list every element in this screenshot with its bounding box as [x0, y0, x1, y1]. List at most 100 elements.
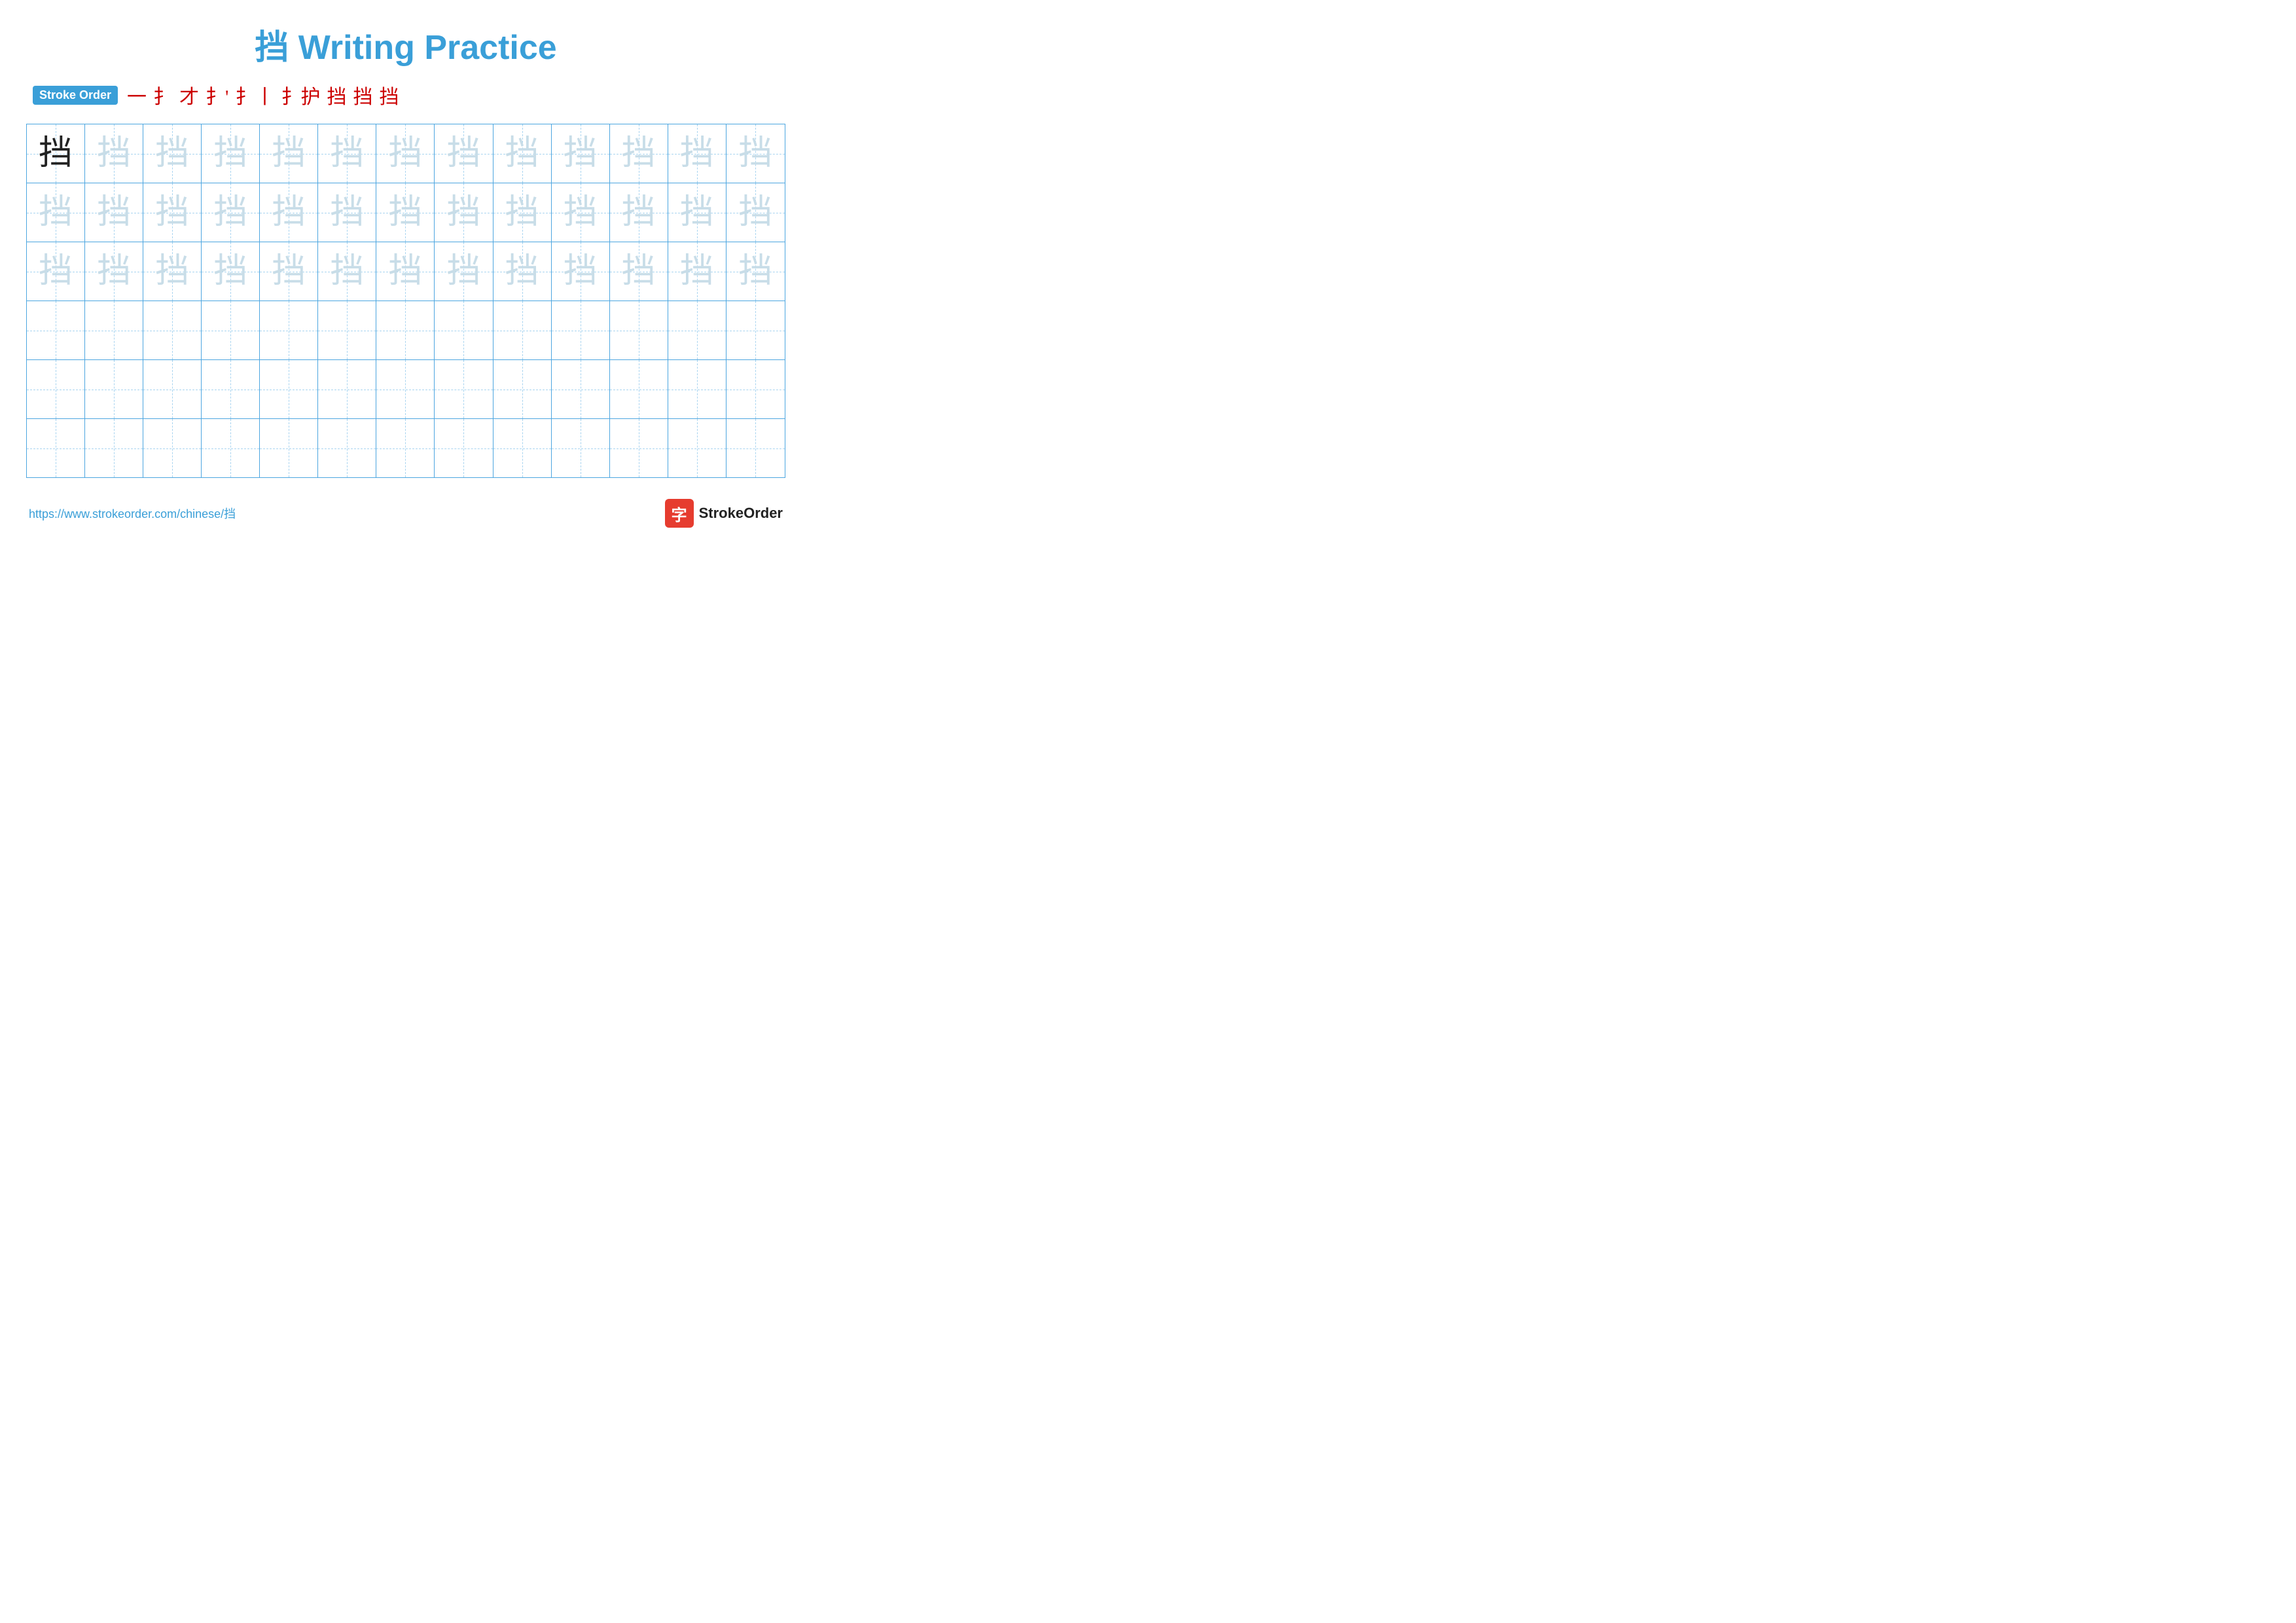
grid-cell[interactable]: 挡 [143, 242, 202, 301]
grid-cell[interactable]: 挡 [27, 183, 85, 242]
grid-cell[interactable] [85, 419, 143, 477]
page-title: 挡 Writing Practice [26, 20, 785, 69]
grid-cell[interactable]: 挡 [610, 124, 668, 183]
stroke-chars: 一 扌 才 扌' 扌丨 扌护 挡 挡 挡 [127, 81, 399, 109]
stroke-9: 挡 [379, 81, 399, 109]
grid-cell[interactable] [260, 360, 318, 418]
grid-cell[interactable]: 挡 [552, 183, 610, 242]
grid-cell[interactable]: 挡 [552, 242, 610, 301]
grid-cell[interactable] [318, 360, 376, 418]
stroke-5: 扌丨 [235, 81, 274, 109]
grid-row-5 [27, 360, 785, 419]
grid-cell[interactable]: 挡 [376, 124, 435, 183]
grid-cell[interactable]: 挡 [143, 124, 202, 183]
grid-cell[interactable] [85, 301, 143, 359]
grid-cell[interactable] [552, 301, 610, 359]
grid-cell[interactable] [493, 360, 552, 418]
grid-cell[interactable] [202, 360, 260, 418]
grid-cell[interactable] [435, 301, 493, 359]
grid-cell[interactable] [376, 301, 435, 359]
footer-url[interactable]: https://www.strokeorder.com/chinese/挡 [29, 505, 236, 522]
grid-cell[interactable] [202, 301, 260, 359]
grid-cell[interactable]: 挡 [552, 124, 610, 183]
grid-cell[interactable]: 挡 [85, 124, 143, 183]
stroke-1: 一 [127, 81, 147, 109]
practice-grid: 挡 挡 挡 挡 挡 挡 挡 挡 挡 挡 挡 挡 挡 挡 挡 挡 挡 挡 挡 挡 … [26, 124, 785, 478]
grid-cell[interactable]: 挡 [668, 183, 726, 242]
grid-cell[interactable]: 挡 [202, 242, 260, 301]
grid-cell[interactable]: 挡 [610, 242, 668, 301]
grid-cell[interactable]: 挡 [493, 124, 552, 183]
stroke-8: 挡 [353, 81, 372, 109]
grid-cell[interactable]: 挡 [85, 242, 143, 301]
grid-cell[interactable]: 挡 [435, 242, 493, 301]
grid-cell[interactable] [668, 360, 726, 418]
grid-cell[interactable] [143, 360, 202, 418]
grid-cell[interactable]: 挡 [726, 183, 785, 242]
grid-cell[interactable]: 挡 [376, 242, 435, 301]
grid-cell[interactable] [27, 301, 85, 359]
grid-cell[interactable] [726, 301, 785, 359]
grid-cell[interactable]: 挡 [493, 183, 552, 242]
grid-cell[interactable] [27, 360, 85, 418]
grid-row-1: 挡 挡 挡 挡 挡 挡 挡 挡 挡 挡 挡 挡 挡 [27, 124, 785, 183]
grid-cell[interactable]: 挡 [143, 183, 202, 242]
grid-row-6 [27, 419, 785, 477]
grid-row-2: 挡 挡 挡 挡 挡 挡 挡 挡 挡 挡 挡 挡 挡 [27, 183, 785, 242]
grid-cell[interactable] [376, 419, 435, 477]
grid-cell[interactable]: 挡 [726, 242, 785, 301]
grid-cell[interactable] [27, 419, 85, 477]
stroke-3: 才 [179, 81, 199, 109]
grid-cell[interactable]: 挡 [435, 183, 493, 242]
grid-cell[interactable] [435, 360, 493, 418]
grid-cell[interactable]: 挡 [318, 242, 376, 301]
grid-cell[interactable]: 挡 [435, 124, 493, 183]
grid-cell[interactable] [668, 301, 726, 359]
grid-cell[interactable] [260, 419, 318, 477]
grid-cell[interactable] [726, 419, 785, 477]
grid-cell[interactable] [552, 360, 610, 418]
grid-cell[interactable]: 挡 [493, 242, 552, 301]
grid-cell[interactable] [610, 301, 668, 359]
grid-cell[interactable] [493, 301, 552, 359]
grid-cell[interactable]: 挡 [27, 124, 85, 183]
grid-cell[interactable] [435, 419, 493, 477]
footer: https://www.strokeorder.com/chinese/挡 字 … [26, 499, 785, 528]
grid-cell[interactable] [668, 419, 726, 477]
grid-cell[interactable] [318, 301, 376, 359]
grid-cell[interactable] [260, 301, 318, 359]
grid-cell[interactable]: 挡 [726, 124, 785, 183]
grid-cell[interactable] [85, 360, 143, 418]
grid-cell[interactable]: 挡 [202, 183, 260, 242]
grid-cell[interactable] [493, 419, 552, 477]
grid-cell[interactable]: 挡 [202, 124, 260, 183]
grid-cell[interactable]: 挡 [318, 183, 376, 242]
grid-cell[interactable] [143, 301, 202, 359]
grid-cell[interactable]: 挡 [260, 242, 318, 301]
stroke-7: 挡 [327, 81, 346, 109]
stroke-order-row: Stroke Order 一 扌 才 扌' 扌丨 扌护 挡 挡 挡 [26, 81, 785, 109]
grid-cell[interactable]: 挡 [610, 183, 668, 242]
grid-cell[interactable] [376, 360, 435, 418]
grid-cell[interactable] [143, 419, 202, 477]
grid-cell[interactable] [610, 419, 668, 477]
stroke-6: 扌护 [281, 81, 320, 109]
grid-row-4 [27, 301, 785, 360]
grid-cell[interactable]: 挡 [260, 124, 318, 183]
stroke-2: 扌 [153, 81, 173, 109]
grid-cell[interactable]: 挡 [85, 183, 143, 242]
grid-cell[interactable]: 挡 [376, 183, 435, 242]
grid-cell[interactable] [552, 419, 610, 477]
grid-cell[interactable] [318, 419, 376, 477]
grid-cell[interactable] [202, 419, 260, 477]
logo-icon: 字 [665, 499, 694, 528]
grid-cell[interactable]: 挡 [668, 242, 726, 301]
grid-cell[interactable]: 挡 [318, 124, 376, 183]
grid-cell[interactable]: 挡 [27, 242, 85, 301]
grid-row-3: 挡 挡 挡 挡 挡 挡 挡 挡 挡 挡 挡 挡 挡 [27, 242, 785, 301]
grid-cell[interactable]: 挡 [668, 124, 726, 183]
grid-cell[interactable]: 挡 [260, 183, 318, 242]
logo-text: StrokeOrder [699, 505, 783, 522]
grid-cell[interactable] [610, 360, 668, 418]
grid-cell[interactable] [726, 360, 785, 418]
